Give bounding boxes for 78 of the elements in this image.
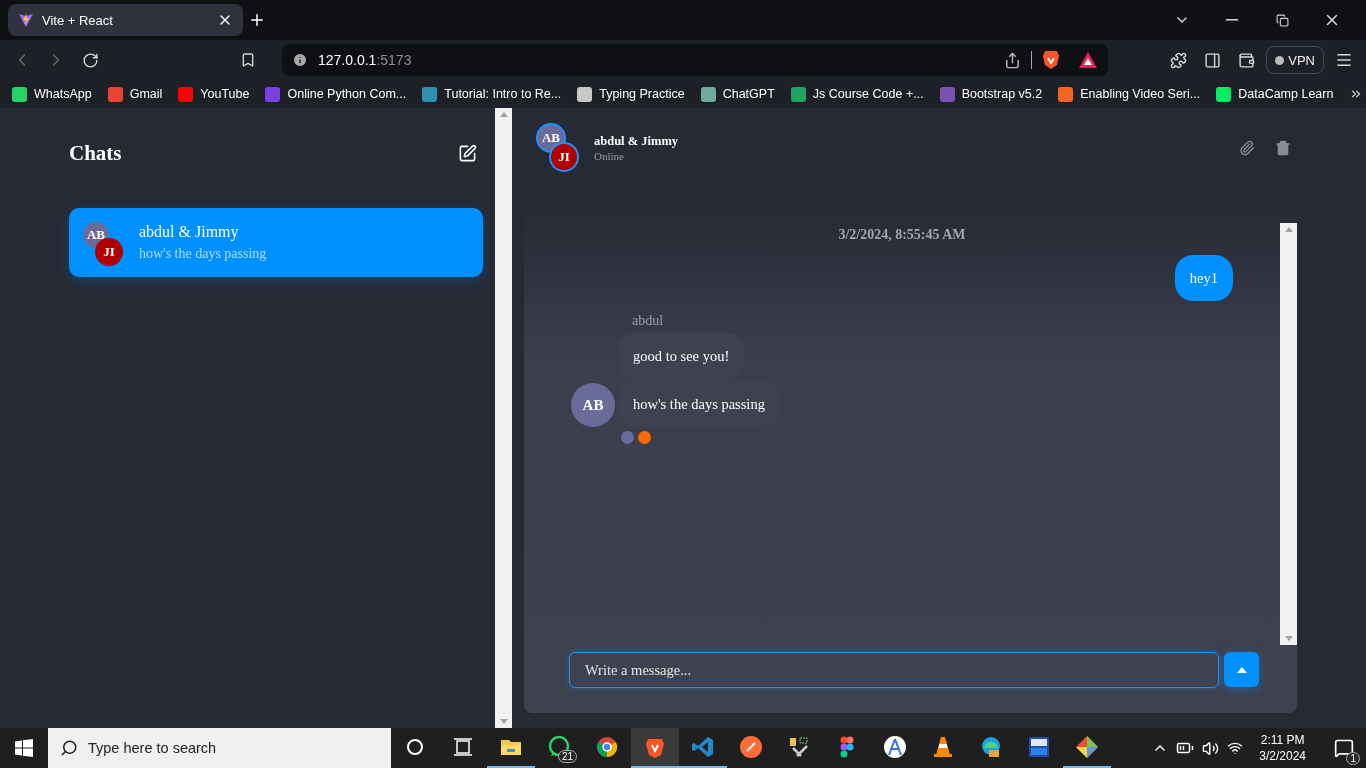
bookmark-link[interactable]: Bootstrap v5.2 <box>939 86 1043 102</box>
avatar: AB <box>536 122 566 153</box>
url-text: 127.0.0.1:5173 <box>318 52 413 68</box>
windows-logo-icon <box>15 739 33 757</box>
share-icon[interactable] <box>1004 51 1021 69</box>
message-bubble: hey1 <box>1174 255 1233 301</box>
reload-icon <box>81 51 99 69</box>
tools-icon <box>787 735 811 759</box>
task-view-icon <box>453 738 473 756</box>
clock-date: 3/2/2024 <box>1259 749 1306 763</box>
code-editor-icon <box>691 735 715 759</box>
message-input[interactable]: Write a message... <box>569 652 1219 688</box>
paperclip-icon <box>1239 139 1255 156</box>
wallet-icon <box>1237 51 1255 69</box>
scrollbar[interactable] <box>1280 223 1297 645</box>
search-icon <box>60 739 78 757</box>
git-icon <box>1075 735 1099 759</box>
compass-icon <box>883 735 907 759</box>
avatar: JI <box>549 141 579 172</box>
taskbar-clock[interactable]: 2:11 PM 3/2/2024 <box>1251 733 1314 763</box>
info-icon[interactable] <box>292 52 308 68</box>
avatar: AB <box>83 221 109 248</box>
address-bar[interactable]: 127.0.0.1:5173 <box>282 44 1108 76</box>
scrollbar[interactable] <box>495 108 512 728</box>
chat-name: abdul & Jimmy <box>139 223 240 241</box>
taskbar-app-button[interactable]: 21 <box>535 728 583 768</box>
bookmark-link[interactable]: WhatsApp <box>12 86 92 102</box>
bookmark-link[interactable]: DataCamp Learn <box>1216 86 1334 102</box>
clock-time: 2:11 PM <box>1260 733 1305 747</box>
edit-icon <box>457 143 477 163</box>
vpn-button[interactable]: VPN <box>1266 46 1324 74</box>
send-button[interactable] <box>1224 652 1259 687</box>
search-placeholder: Type here to search <box>88 740 217 756</box>
notifications-button[interactable]: 1 <box>1322 728 1366 768</box>
caret-icon <box>1236 666 1247 673</box>
ide-icon <box>1027 735 1051 759</box>
triangle-icon[interactable] <box>1078 51 1098 69</box>
bookmark-link[interactable]: Enabling Video Seri... <box>1058 86 1201 102</box>
bookmark-link[interactable]: Gmail <box>107 86 163 102</box>
bookmark-link[interactable]: YouTube <box>178 86 250 102</box>
browser-tab[interactable]: Vite + React <box>8 4 243 36</box>
unread-badge: 21 <box>557 750 577 763</box>
bookmark-link[interactable]: Online Python Com... <box>265 86 407 102</box>
dot-icon <box>1275 55 1285 65</box>
tab-title: Vite + React <box>42 12 114 28</box>
notification-badge: 1 <box>1346 752 1360 765</box>
avatar: AB <box>571 383 615 427</box>
volume-icon[interactable] <box>1202 739 1220 757</box>
circle-icon <box>406 738 424 756</box>
restore-icon <box>1275 13 1289 27</box>
sender-name: abdul <box>632 313 664 329</box>
minimize-icon <box>1226 19 1238 21</box>
lion-shield-icon[interactable] <box>1042 50 1060 70</box>
puzzle-icon <box>1169 51 1187 69</box>
traffic-cone-icon <box>931 735 955 759</box>
browser-icon <box>595 735 619 759</box>
taskbar-search-field[interactable]: Type here to search <box>48 728 391 768</box>
bookmark-icon <box>240 52 256 68</box>
plus-icon <box>248 11 266 29</box>
chat-preview: how's the days passing <box>139 246 267 262</box>
bookmark-link[interactable]: ChatGPT <box>700 86 775 102</box>
trash-icon <box>1275 139 1291 156</box>
menu-icon <box>1335 51 1353 69</box>
status-text: Online <box>594 149 625 162</box>
wifi-icon[interactable] <box>1227 740 1244 756</box>
chat-title: abdul & Jimmy <box>594 133 679 149</box>
vite-logo-icon <box>18 12 34 28</box>
bookmark-link[interactable]: Js Course Code +... <box>790 86 924 102</box>
chats-heading: Chats <box>69 140 122 166</box>
chat-bubble-icon <box>547 735 571 759</box>
edge-browser-icon <box>979 735 1003 759</box>
message-timestamp: 3/2/2024, 8:55:45 AM <box>837 227 967 243</box>
bookmark-link[interactable]: Tutorial: Intro to Re... <box>422 86 562 102</box>
bookmark-link[interactable]: Typing Practice <box>577 86 685 102</box>
message-bubble: how's the days passing <box>618 381 780 427</box>
chat-list-item[interactable]: AB JI abdul & Jimmy how's the days passing <box>69 208 483 277</box>
panel-icon <box>1203 51 1221 69</box>
message-bubble: good to see you! <box>618 333 745 379</box>
